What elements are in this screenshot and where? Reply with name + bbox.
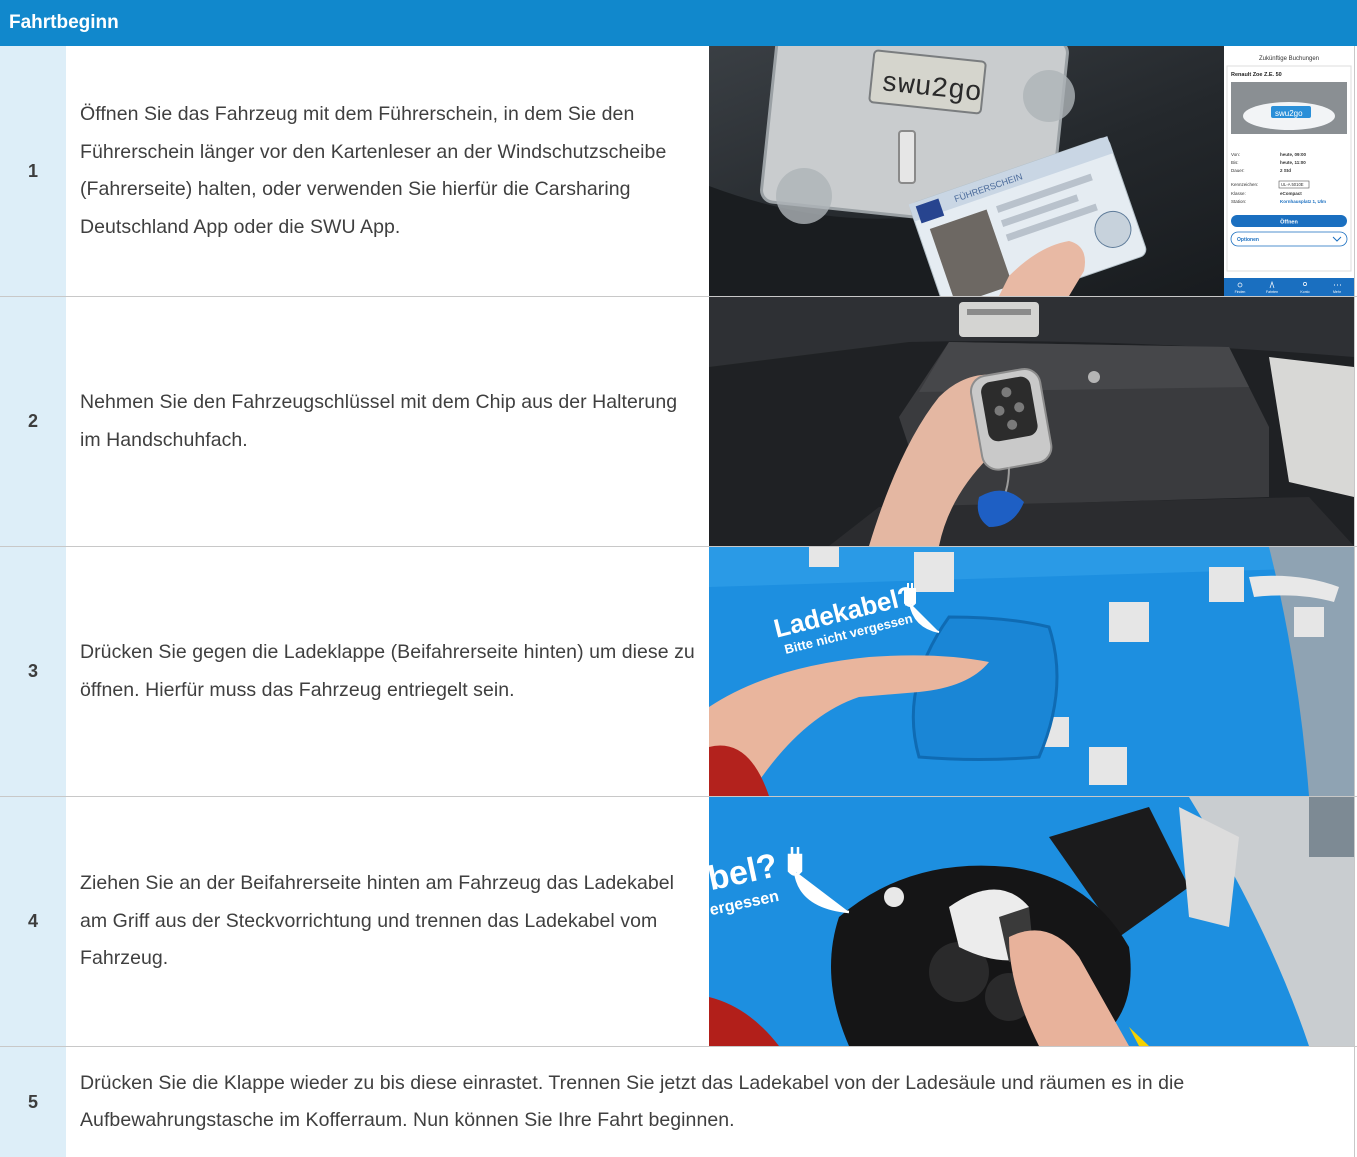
step-number: 4 [0,797,66,1046]
app-open-button-label: Öffnen [1280,219,1298,226]
app-nav-2[interactable]: Konto [1300,290,1309,294]
app-detail-label-3: Kennzeichen: [1231,182,1258,187]
step-number: 2 [0,297,66,546]
step-text: Öffnen Sie das Fahrzeug mit dem Führersc… [80,103,667,238]
app-detail-value-4: eCompact [1280,191,1302,196]
step-photo-license-reader: swu2go FÜHRERSCHEIN Zukünftige Buchungen… [709,46,1354,296]
app-detail-label-2: Dauer: [1231,168,1245,173]
step-row-4: 4 Ziehen Sie an der Beifahrerseite hinte… [0,797,1357,1047]
app-nav-0[interactable]: Finden [1235,290,1246,294]
step-number: 5 [0,1047,66,1157]
step-text: Nehmen Sie den Fahrzeugschlüssel mit dem… [80,391,678,451]
step-number: 1 [0,46,66,296]
car-key [969,367,1053,471]
phone-app-screen: Zukünftige Buchungen Renault Zoe Z.E. 50… [1224,46,1354,296]
step-row-1: 1 Öffnen Sie das Fahrzeug mit dem Führer… [0,46,1357,297]
app-car-name: Renault Zoe Z.E. 50 [1231,72,1282,78]
step-photo-charging-flap: Ladekabel? Bitte nicht vergessen [709,547,1354,796]
step-row-5: 5 Drücken Sie die Klappe wieder zu bis d… [0,1047,1357,1157]
app-options-button-label: Optionen [1237,237,1259,243]
step-number: 3 [0,547,66,796]
table-right-border [1354,46,1355,1157]
app-detail-label-0: Von: [1231,152,1240,157]
step-text: Ziehen Sie an der Beifahrerseite hinten … [80,872,675,970]
app-nav-3[interactable]: Mehr [1333,290,1342,294]
app-detail-value-5: Kornhausplatz 1, Ulm [1280,199,1326,204]
step-photo-unplug-cable: bel? ergessen [709,797,1354,1046]
app-nav-1[interactable]: Fahrten [1266,290,1278,294]
section-header: Fahrtbeginn [0,0,1357,46]
app-header: Zukünftige Buchungen [1259,56,1319,62]
step-text: Drücken Sie gegen die Ladeklappe (Beifah… [80,641,695,701]
app-detail-value-1: heute, 11:00 [1280,160,1306,165]
app-detail-value-3: UL-A 5010E [1281,182,1304,187]
step-text: Drücken Sie die Klappe wieder zu bis die… [80,1071,1185,1132]
instruction-page: Fahrtbeginn 1 Öffnen Sie das Fahrzeug mi… [0,0,1357,1157]
app-detail-label-4: Klasse: [1231,191,1246,196]
step-row-3: 3 Drücken Sie gegen die Ladeklappe (Beif… [0,547,1357,797]
step-photo-glovebox-key [709,297,1354,546]
app-detail-label-1: Bis: [1231,160,1239,165]
app-car-brand: swu2go [1275,109,1303,118]
step-row-2: 2 Nehmen Sie den Fahrzeugschlüssel mit d… [0,297,1357,547]
app-detail-value-0: heute, 09:00 [1280,152,1307,157]
app-detail-label-5: Station: [1231,199,1246,204]
app-detail-value-2: 2 Std [1280,168,1291,173]
